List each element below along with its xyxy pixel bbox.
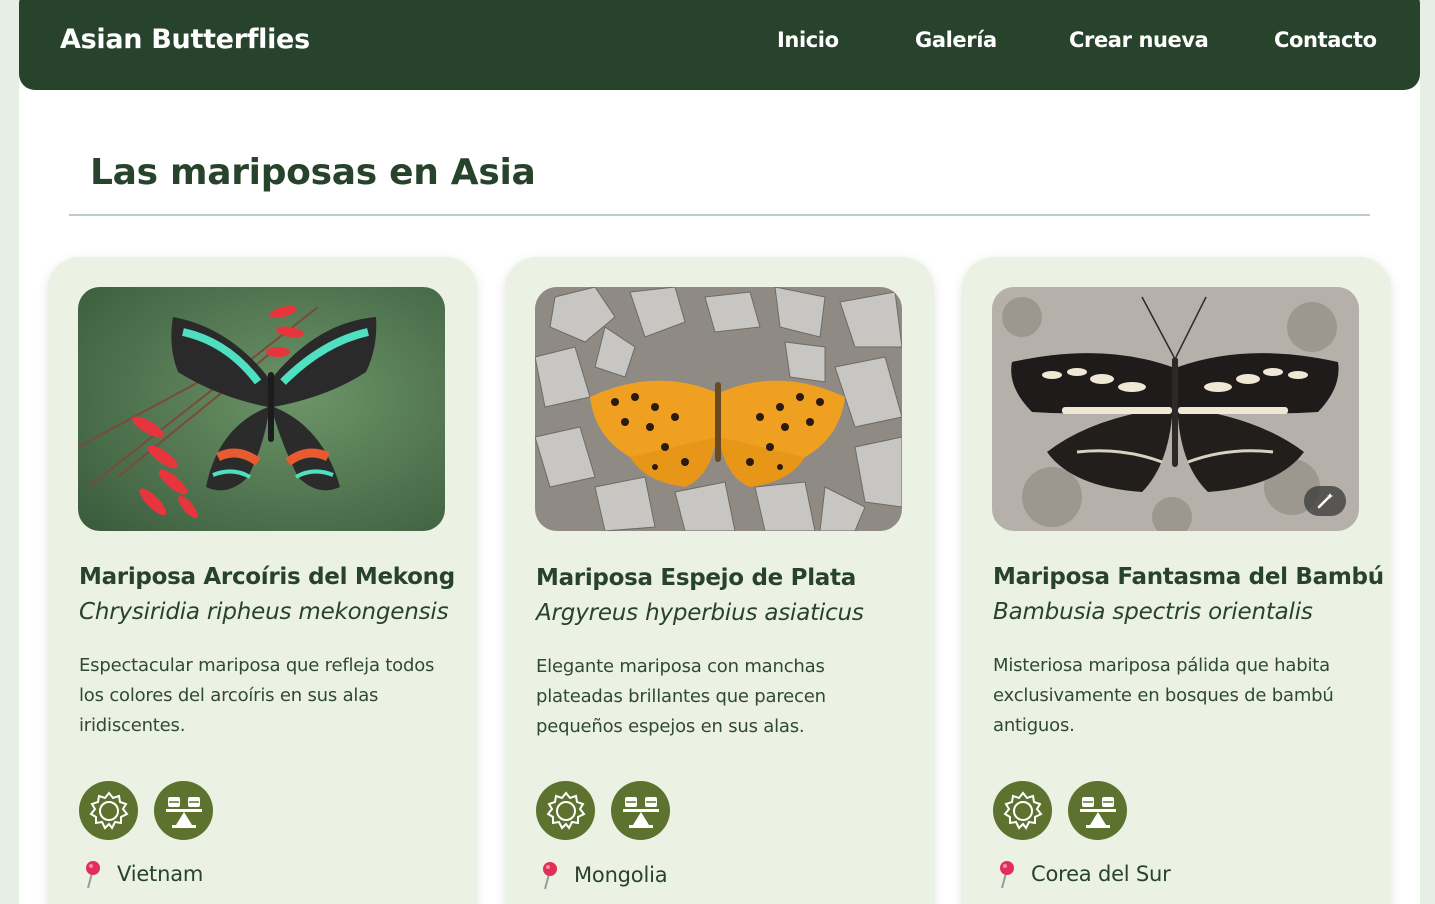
butterfly-scientific-name: Argyreus hyperbius asiaticus [536, 600, 864, 626]
butterfly-description: Misteriosa mariposa pálida que habita ex… [993, 655, 1334, 736]
butterfly-common-name: Mariposa Arcoíris del Mekong [79, 564, 455, 590]
magic-wand-icon [1317, 493, 1333, 509]
butterfly-description: Elegante mariposa con manchas plateadas … [536, 656, 826, 737]
nav-link-contacto[interactable]: Contacto [1274, 28, 1377, 52]
location-text: Vietnam [117, 862, 204, 886]
pin-icon [1000, 861, 1014, 889]
butterfly-scientific-name: Bambusia spectris orientalis [993, 599, 1313, 625]
pin-icon [543, 862, 557, 890]
location: Corea del Sur [993, 859, 1171, 889]
nav-link-crear-nueva[interactable]: Crear nueva [1069, 28, 1209, 52]
balance-icon[interactable] [154, 781, 213, 840]
location-text: Corea del Sur [1031, 862, 1171, 886]
sun-icon[interactable] [536, 781, 595, 840]
title-divider [69, 214, 1370, 216]
navbar: Asian Butterflies Inicio Galería Crear n… [19, 0, 1420, 90]
location-text: Mongolia [574, 863, 668, 887]
butterfly-common-name: Mariposa Espejo de Plata [536, 565, 856, 591]
butterfly-scientific-name: Chrysiridia ripheus mekongensis [79, 599, 449, 625]
page-title: Las mariposas en Asia [90, 152, 536, 193]
butterfly-photo [78, 287, 445, 531]
balance-icon[interactable] [1068, 781, 1127, 840]
magic-wand-button[interactable] [1304, 486, 1346, 516]
butterfly-common-name: Mariposa Fantasma del Bambú [993, 564, 1384, 590]
balance-icon[interactable] [611, 781, 670, 840]
location: Mongolia [536, 860, 668, 890]
pin-icon [86, 861, 100, 889]
sun-icon[interactable] [79, 781, 138, 840]
butterfly-photo [992, 287, 1359, 531]
nav-link-galeria[interactable]: Galería [915, 28, 997, 52]
sun-icon[interactable] [993, 781, 1052, 840]
brand-logo-text[interactable]: Asian Butterflies [60, 24, 310, 55]
location: Vietnam [79, 859, 203, 889]
butterfly-card[interactable]: Mariposa Fantasma del Bambú Bambusia spe… [962, 257, 1391, 904]
butterfly-description: Espectacular mariposa que refleja todos … [79, 655, 435, 736]
butterfly-card[interactable]: Mariposa Arcoíris del Mekong Chrysiridia… [48, 257, 477, 904]
butterfly-card[interactable]: Mariposa Espejo de Plata Argyreus hyperb… [505, 257, 934, 904]
butterfly-photo [535, 287, 902, 531]
nav-link-inicio[interactable]: Inicio [777, 28, 839, 52]
